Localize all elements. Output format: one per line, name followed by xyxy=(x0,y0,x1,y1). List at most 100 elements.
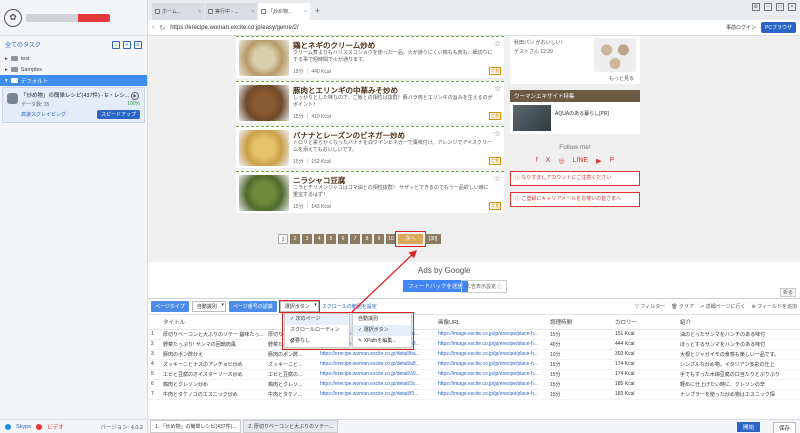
ad-settings-button[interactable]: 広告表示設定 ⓘ xyxy=(461,280,508,293)
tab-step-2[interactable]: 2. 厚切りベーコンと大ぶりのソテー... xyxy=(243,420,339,433)
table-row[interactable]: 2野菜たっぷり! サンマの回鍋肉風野菜たっぷり...https://erecip… xyxy=(148,339,800,350)
col-intro[interactable]: 紹介 xyxy=(677,315,800,330)
table-cell[interactable]: https://erecipe.woman.excite.co.jp/detai… xyxy=(317,349,435,360)
scroll-range-link[interactable]: スクロールの範囲を設定 xyxy=(322,303,377,310)
facebook-icon[interactable]: f xyxy=(536,157,538,165)
table-cell[interactable]: 豚肉のポン酢... xyxy=(265,349,317,360)
folder-samples[interactable]: ▸ Samples xyxy=(0,64,147,75)
table-cell[interactable]: 鶏肉とクレソン炒め xyxy=(160,379,265,390)
table-cell[interactable]: https://erecipe.woman.excite.co.jp/detai… xyxy=(317,379,435,390)
folder-default[interactable]: ▾ デフォルト xyxy=(0,75,147,86)
feature-text[interactable]: AQUAのある暮らし[PR] xyxy=(555,110,609,117)
recipe-card[interactable]: ニラシャコ豆腐 ニラとチリメンジャコはゴマ油との相性抜群！ サザッとできるのでも… xyxy=(236,171,504,213)
filter-button[interactable]: ▽ フィルター xyxy=(635,303,665,310)
settings-icon[interactable]: ⚙ xyxy=(752,3,760,11)
table-cell[interactable]: 151 Kcal xyxy=(612,329,677,340)
table-cell[interactable]: 40分 xyxy=(547,339,612,350)
tab-home[interactable]: ホーム... × xyxy=(152,3,204,20)
more-link[interactable]: もっと見る xyxy=(609,75,634,82)
table-cell[interactable]: 10分 xyxy=(547,349,612,360)
table-cell[interactable]: https://image.excite.co.jp/jp/erecipe/pl… xyxy=(435,339,547,350)
tab-running[interactable]: 実行中 - ... × xyxy=(205,3,257,20)
table-cell[interactable]: https://image.excite.co.jp/jp/erecipe/pl… xyxy=(435,359,547,370)
recipe-photo[interactable] xyxy=(239,85,289,121)
warning-banner[interactable]: ⓘ なりすましアカウントにご注意ください xyxy=(510,171,640,186)
instagram-icon[interactable]: ◎ xyxy=(558,157,564,165)
col-image-url[interactable]: 画像URL xyxy=(435,315,547,330)
video-link[interactable]: ビデオ xyxy=(47,423,64,431)
table-cell[interactable]: ズッキーニとナスのアンチョビ炒め xyxy=(160,359,265,370)
bread-photo[interactable] xyxy=(594,38,636,72)
table-cell[interactable]: 軽めに仕上げたい時に、クレソンの辛 xyxy=(677,379,800,390)
table-cell[interactable]: 牛肉とタケノコのエスニック炒め xyxy=(160,389,265,400)
table-cell[interactable]: ナンプラーを使った炒め物はエスニック探 xyxy=(677,389,800,400)
favorite-star-icon[interactable]: ☆ xyxy=(494,39,501,48)
tab-step-1[interactable]: 1. 「炒め物」の簡単レシピ(437件)... xyxy=(150,420,242,433)
warning-banner[interactable]: ⓘ ご登録にキャリアメールをお使いの皆さまへ xyxy=(510,192,640,207)
table-cell[interactable]: エビと豆腐のオイスターソース炒め xyxy=(160,369,265,380)
new-folder-icon[interactable]: + xyxy=(123,40,131,49)
page-link[interactable]: 8 xyxy=(362,234,372,244)
favorite-star-icon[interactable]: ☆ xyxy=(494,129,501,138)
task-card[interactable]: 「炒め物」の簡単レシピ(437件) - E・レシ... データ数: 35 100%… xyxy=(2,87,145,123)
table-cell[interactable]: ほっとするサンマをバンチのある味付 xyxy=(677,339,800,350)
table-cell[interactable]: 7 xyxy=(148,389,160,400)
table-cell[interactable]: 15分 xyxy=(547,379,612,390)
table-row[interactable]: 7 牛肉とタケノコのエスニック炒め 牛肉とタケノ... https://erecipe… xyxy=(148,389,800,400)
line-icon[interactable]: LINE xyxy=(573,157,589,165)
col-calories[interactable]: カロリー xyxy=(612,315,677,330)
page-link[interactable]: 7 xyxy=(350,234,360,244)
tab-stirfry[interactable]: 「炒め物... × xyxy=(258,3,310,20)
page-link[interactable]: 6 xyxy=(338,234,348,244)
recipe-photo[interactable] xyxy=(239,40,289,76)
table-cell[interactable]: ズッキーニと... xyxy=(265,359,317,370)
table-cell[interactable]: https://image.excite.co.jp/jp/erecipe/pl… xyxy=(435,389,547,400)
page-link[interactable]: 5 xyxy=(326,234,336,244)
table-cell[interactable]: 303 Kcal xyxy=(612,349,677,360)
recipe-card[interactable]: 鶏とネギのクリーム炒め クリーム煮よりもハリススコショウを使った一品。火が通りに… xyxy=(236,36,504,78)
table-cell[interactable]: 牛肉とタケノ... xyxy=(265,389,317,400)
table-cell[interactable]: シンプルな炒め物。イタリアン多彩の仕上 xyxy=(677,359,800,370)
favorite-star-icon[interactable]: ☆ xyxy=(494,84,501,93)
folder-test[interactable]: ▸ test xyxy=(0,53,147,64)
table-cell[interactable]: 1 xyxy=(148,329,160,340)
table-row[interactable]: 5 エビと豆腐のオイスターソース炒め エビと豆腐の... https://erecip… xyxy=(148,369,800,380)
page-link[interactable]: 9 xyxy=(374,234,384,244)
table-cell[interactable]: 手でもすった木綿豆腐の口当たりとぷりぷり xyxy=(677,369,800,380)
page-type-select[interactable]: 自動識別 xyxy=(191,301,226,312)
table-cell[interactable]: エビと豆腐の... xyxy=(265,369,317,380)
next-page-button[interactable]: 次へ xyxy=(395,231,426,247)
table-cell[interactable]: 豚肉のポン酢炒え xyxy=(160,349,265,360)
table-row[interactable]: 1厚切りベーコンと大ぶりのソテー 醤味たっ...厚切りベーコ...https:/… xyxy=(148,329,800,340)
back-icon[interactable]: ‹ xyxy=(152,24,154,31)
collapse-icon[interactable]: ≡ xyxy=(134,40,142,49)
recipe-photo[interactable] xyxy=(239,130,289,166)
col-cook-time[interactable]: 調理時間 xyxy=(547,315,612,330)
table-cell[interactable]: 4 xyxy=(148,359,160,370)
table-cell[interactable]: 15分 xyxy=(547,329,612,340)
table-cell[interactable]: https://image.excite.co.jp/jp/erecipe/pl… xyxy=(435,349,547,360)
close-icon[interactable]: × xyxy=(304,9,307,15)
table-cell[interactable]: https://image.excite.co.jp/jp/erecipe/pl… xyxy=(435,369,547,380)
window-close-icon[interactable]: × xyxy=(788,3,796,11)
page-link[interactable]: 2 xyxy=(290,234,300,244)
table-cell[interactable]: 15分 xyxy=(547,369,612,380)
collapse-browser-button[interactable]: 折る xyxy=(779,288,796,297)
table-cell[interactable]: https://erecipe.woman.excite.co.jp/detai… xyxy=(317,359,435,370)
play-icon[interactable]: ▶ xyxy=(131,92,139,100)
feature-card[interactable]: AQUAのある暮らし[PR] xyxy=(510,102,640,134)
close-icon[interactable]: × xyxy=(198,9,201,15)
recipe-card[interactable]: 豚肉とエリンギの中華みそ炒め しっかりとした味なので、ご飯との相性は抜群！豚バラ… xyxy=(236,81,504,123)
table-cell[interactable]: 174 Kcal xyxy=(612,359,677,370)
maximize-icon[interactable]: □ xyxy=(776,3,784,11)
table-cell[interactable]: 厚切りベーコンと大ぶりのソテー 醤味たっ... xyxy=(160,329,265,340)
table-cell[interactable]: https://image.excite.co.jp/jp/erecipe/pl… xyxy=(435,379,547,390)
pc-browser-button[interactable]: PCブラウザ xyxy=(761,22,796,33)
page-link[interactable]: 3 xyxy=(302,234,312,244)
skype-link[interactable]: Skype xyxy=(16,424,31,430)
refresh-icon[interactable]: ↻ xyxy=(159,24,165,32)
close-icon[interactable]: × xyxy=(251,9,254,15)
table-cell[interactable]: 183 Kcal xyxy=(612,389,677,400)
account-name-redacted[interactable] xyxy=(26,13,110,22)
pagination-method-select[interactable]: 選択ボタン xyxy=(278,300,320,313)
